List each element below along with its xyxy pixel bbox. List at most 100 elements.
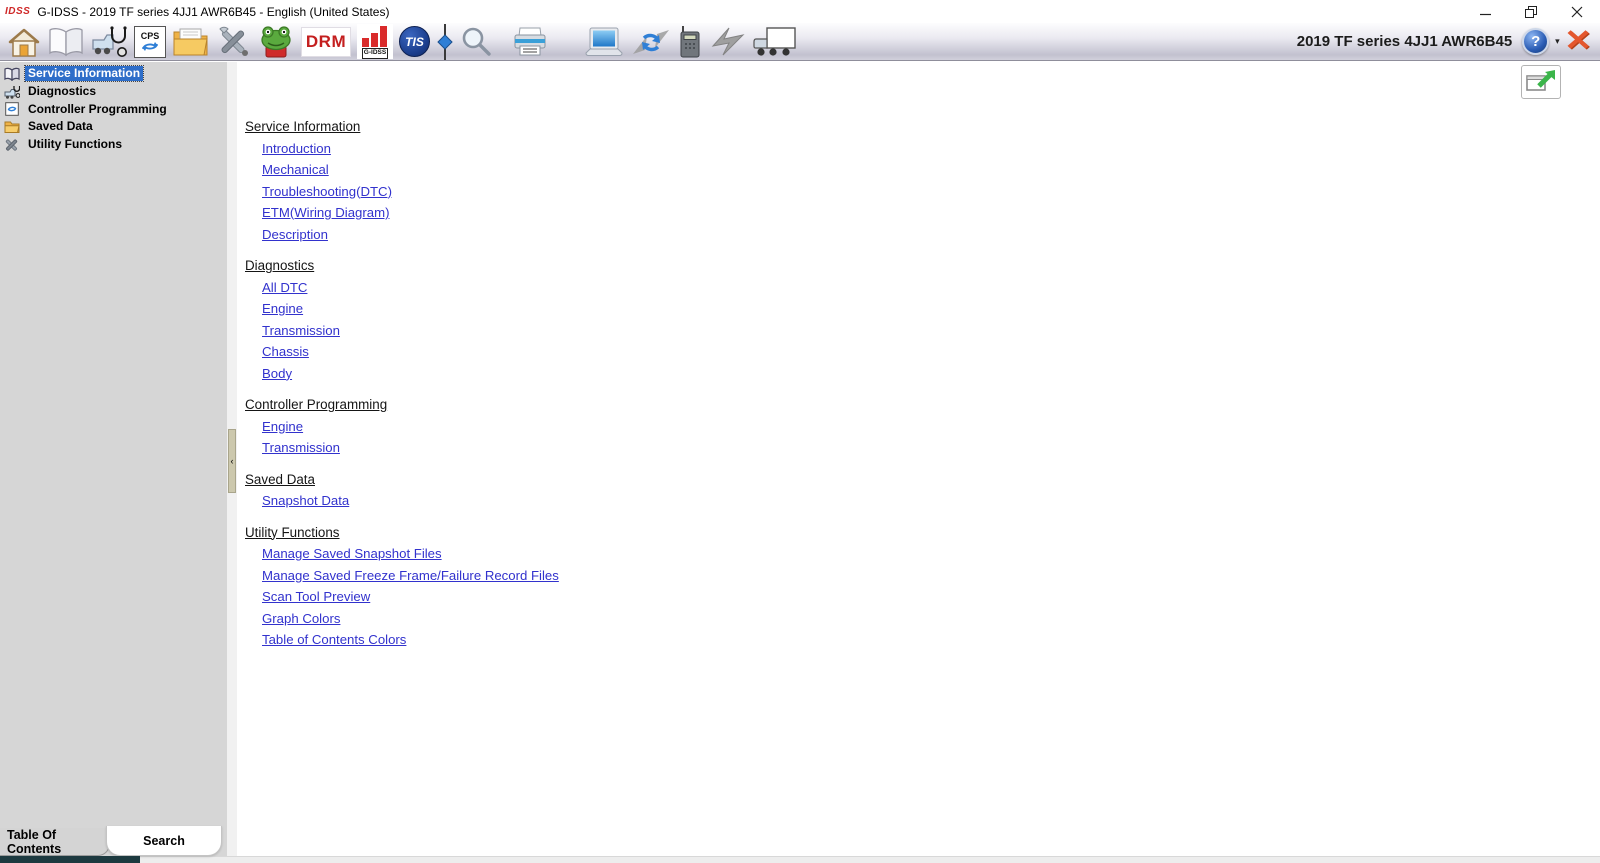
content-link-manage-saved-snapshot-files[interactable]: Manage Saved Snapshot Files bbox=[262, 543, 442, 565]
content-link-troubleshooting-dtc[interactable]: Troubleshooting(DTC) bbox=[262, 181, 392, 203]
toolbar-right-group: 2019 TF series 4JJ1 AWR6B45 ? ▾ ✕ bbox=[1296, 27, 1592, 56]
cps-label: CPS bbox=[140, 30, 160, 41]
help-button[interactable]: ? bbox=[1522, 28, 1550, 55]
manuals-book-icon bbox=[49, 27, 83, 56]
toc-section-utility-functions: Utility Functions Manage Saved Snapshot … bbox=[237, 522, 1600, 651]
toc-sections: Service Information Introduction Mechanic… bbox=[237, 62, 1600, 651]
sidebar-item-controller-programming[interactable]: Controller Programming bbox=[0, 100, 227, 118]
search-button[interactable] bbox=[457, 23, 496, 61]
toc-section-service-information: Service Information Introduction Mechanic… bbox=[237, 116, 1600, 245]
section-heading: Controller Programming bbox=[245, 397, 388, 412]
saved-data-folder-icon bbox=[173, 28, 208, 56]
laptop-icon bbox=[585, 27, 623, 56]
tab-search[interactable]: Search bbox=[106, 826, 222, 856]
gidss-report-chart-icon: G-IDSS bbox=[357, 24, 393, 59]
content-link-transmission[interactable]: Transmission bbox=[262, 437, 340, 459]
tis-icon: TIS bbox=[399, 26, 430, 57]
red-bar-chart-icon bbox=[362, 26, 387, 48]
sidebar-toc-panel: Service Information Diagnostics Controll… bbox=[0, 62, 227, 856]
help-dropdown-caret-icon[interactable]: ▾ bbox=[1555, 36, 1560, 47]
content-link-snapshot-data[interactable]: Snapshot Data bbox=[262, 490, 349, 512]
saved-data-button[interactable] bbox=[169, 23, 212, 61]
collapse-sidebar-handle[interactable]: ‹ bbox=[228, 429, 236, 493]
section-heading: Diagnostics bbox=[245, 258, 315, 273]
cps-programming-button[interactable]: CPS bbox=[131, 23, 169, 61]
chevron-left-icon: ‹ bbox=[230, 456, 234, 466]
content-link-transmission[interactable]: Transmission bbox=[262, 320, 340, 342]
content-link-engine[interactable]: Engine bbox=[262, 416, 303, 438]
vehicle-diagnostics-button[interactable] bbox=[88, 23, 131, 61]
gidss-chart-label: G-IDSS bbox=[361, 48, 389, 59]
restore-button[interactable] bbox=[1508, 0, 1554, 23]
sidebar-item-service-information[interactable]: Service Information bbox=[0, 65, 227, 83]
tis-button[interactable]: TIS bbox=[396, 23, 433, 61]
flash-reprogram-button[interactable] bbox=[706, 23, 750, 61]
tis-label: TIS bbox=[405, 34, 424, 49]
minimize-button[interactable] bbox=[1462, 0, 1508, 23]
gidss-report-button[interactable]: G-IDSS bbox=[354, 23, 396, 61]
content-link-introduction[interactable]: Introduction bbox=[262, 138, 331, 160]
app-logo-idss-icon: IDSS bbox=[5, 5, 31, 17]
content-link-chassis[interactable]: Chassis bbox=[262, 341, 309, 363]
sidebar-item-utility-functions[interactable]: Utility Functions bbox=[0, 136, 227, 154]
content-link-etm-wiring-diagram[interactable]: ETM(Wiring Diagram) bbox=[262, 202, 389, 224]
content-link-all-dtc[interactable]: All DTC bbox=[262, 277, 307, 299]
laptop-display-button[interactable] bbox=[580, 23, 628, 61]
restore-icon bbox=[1525, 5, 1537, 18]
window-controls bbox=[1462, 0, 1600, 23]
section-heading: Saved Data bbox=[245, 471, 315, 487]
vehicle-session-label: 2019 TF series 4JJ1 AWR6B45 bbox=[1296, 33, 1513, 50]
section-heading: Service Information bbox=[245, 119, 361, 134]
toc-section-diagnostics: Diagnostics All DTC Engine Transmission Cha… bbox=[237, 255, 1600, 384]
toc-section-controller-programming: Controller Programming Engine Transmissio… bbox=[237, 394, 1600, 459]
toc-section-saved-data: Saved Data Snapshot Data bbox=[237, 469, 1600, 512]
book-icon bbox=[3, 67, 20, 81]
sidebar-item-diagnostics[interactable]: Diagnostics bbox=[0, 83, 227, 101]
print-icon bbox=[514, 27, 546, 55]
close-icon bbox=[1571, 6, 1583, 17]
content-link-body[interactable]: Body bbox=[262, 363, 292, 385]
bottom-strip-dark bbox=[0, 856, 140, 863]
connector-button[interactable] bbox=[433, 23, 457, 61]
truck-icon bbox=[753, 27, 796, 56]
main-area: Service Information Diagnostics Controll… bbox=[0, 62, 1600, 856]
content-link-engine[interactable]: Engine bbox=[262, 298, 303, 320]
bottom-tab-bar: Table Of Contents Search bbox=[0, 826, 222, 856]
service-manuals-button[interactable] bbox=[44, 23, 88, 61]
scan-tool-radio-button[interactable] bbox=[674, 23, 706, 61]
tab-table-of-contents[interactable]: Table Of Contents bbox=[0, 828, 110, 856]
panel-splitter[interactable]: ‹ bbox=[227, 62, 237, 856]
bottom-strip bbox=[0, 856, 1600, 863]
content-link-table-of-contents-colors[interactable]: Table of Contents Colors bbox=[262, 629, 406, 651]
utility-tools-icon bbox=[219, 26, 248, 56]
content-link-scan-tool-preview[interactable]: Scan Tool Preview bbox=[262, 586, 370, 608]
content-panel: Service Information Introduction Mechanic… bbox=[237, 62, 1600, 856]
popout-icon bbox=[1526, 70, 1555, 91]
sync-icon bbox=[633, 29, 669, 54]
window-title: G-IDSS - 2019 TF series 4JJ1 AWR6B45 - E… bbox=[37, 4, 390, 19]
utility-functions-button[interactable] bbox=[212, 23, 254, 61]
sidebar-tree: Service Information Diagnostics Controll… bbox=[0, 65, 227, 153]
home-button[interactable] bbox=[4, 23, 44, 61]
print-button[interactable] bbox=[508, 23, 552, 61]
content-link-manage-saved-freeze-frame-failure-record-files[interactable]: Manage Saved Freeze Frame/Failure Record… bbox=[262, 565, 559, 587]
content-link-mechanical[interactable]: Mechanical bbox=[262, 159, 329, 181]
vehicle-diagnostics-icon bbox=[92, 25, 127, 57]
section-heading: Utility Functions bbox=[245, 524, 340, 540]
drm-button[interactable]: DRM bbox=[298, 23, 354, 61]
content-link-graph-colors[interactable]: Graph Colors bbox=[262, 608, 340, 630]
content-link-description[interactable]: Description bbox=[262, 224, 328, 246]
close-button[interactable] bbox=[1554, 0, 1600, 23]
close-session-button[interactable]: ✕ bbox=[1564, 27, 1592, 56]
folder-icon bbox=[3, 120, 20, 134]
cps-programming-icon: CPS bbox=[134, 25, 166, 58]
frog-utility-button[interactable] bbox=[254, 23, 298, 61]
popout-window-button[interactable] bbox=[1521, 65, 1561, 99]
sync-data-button[interactable] bbox=[628, 23, 674, 61]
vehicle-truck-button[interactable] bbox=[750, 23, 800, 61]
home-icon bbox=[8, 28, 40, 57]
connector-icon bbox=[437, 23, 453, 60]
cps-sync-arrows-icon bbox=[142, 41, 158, 51]
sidebar-item-saved-data[interactable]: Saved Data bbox=[0, 118, 227, 136]
diagnostics-icon bbox=[3, 85, 20, 99]
